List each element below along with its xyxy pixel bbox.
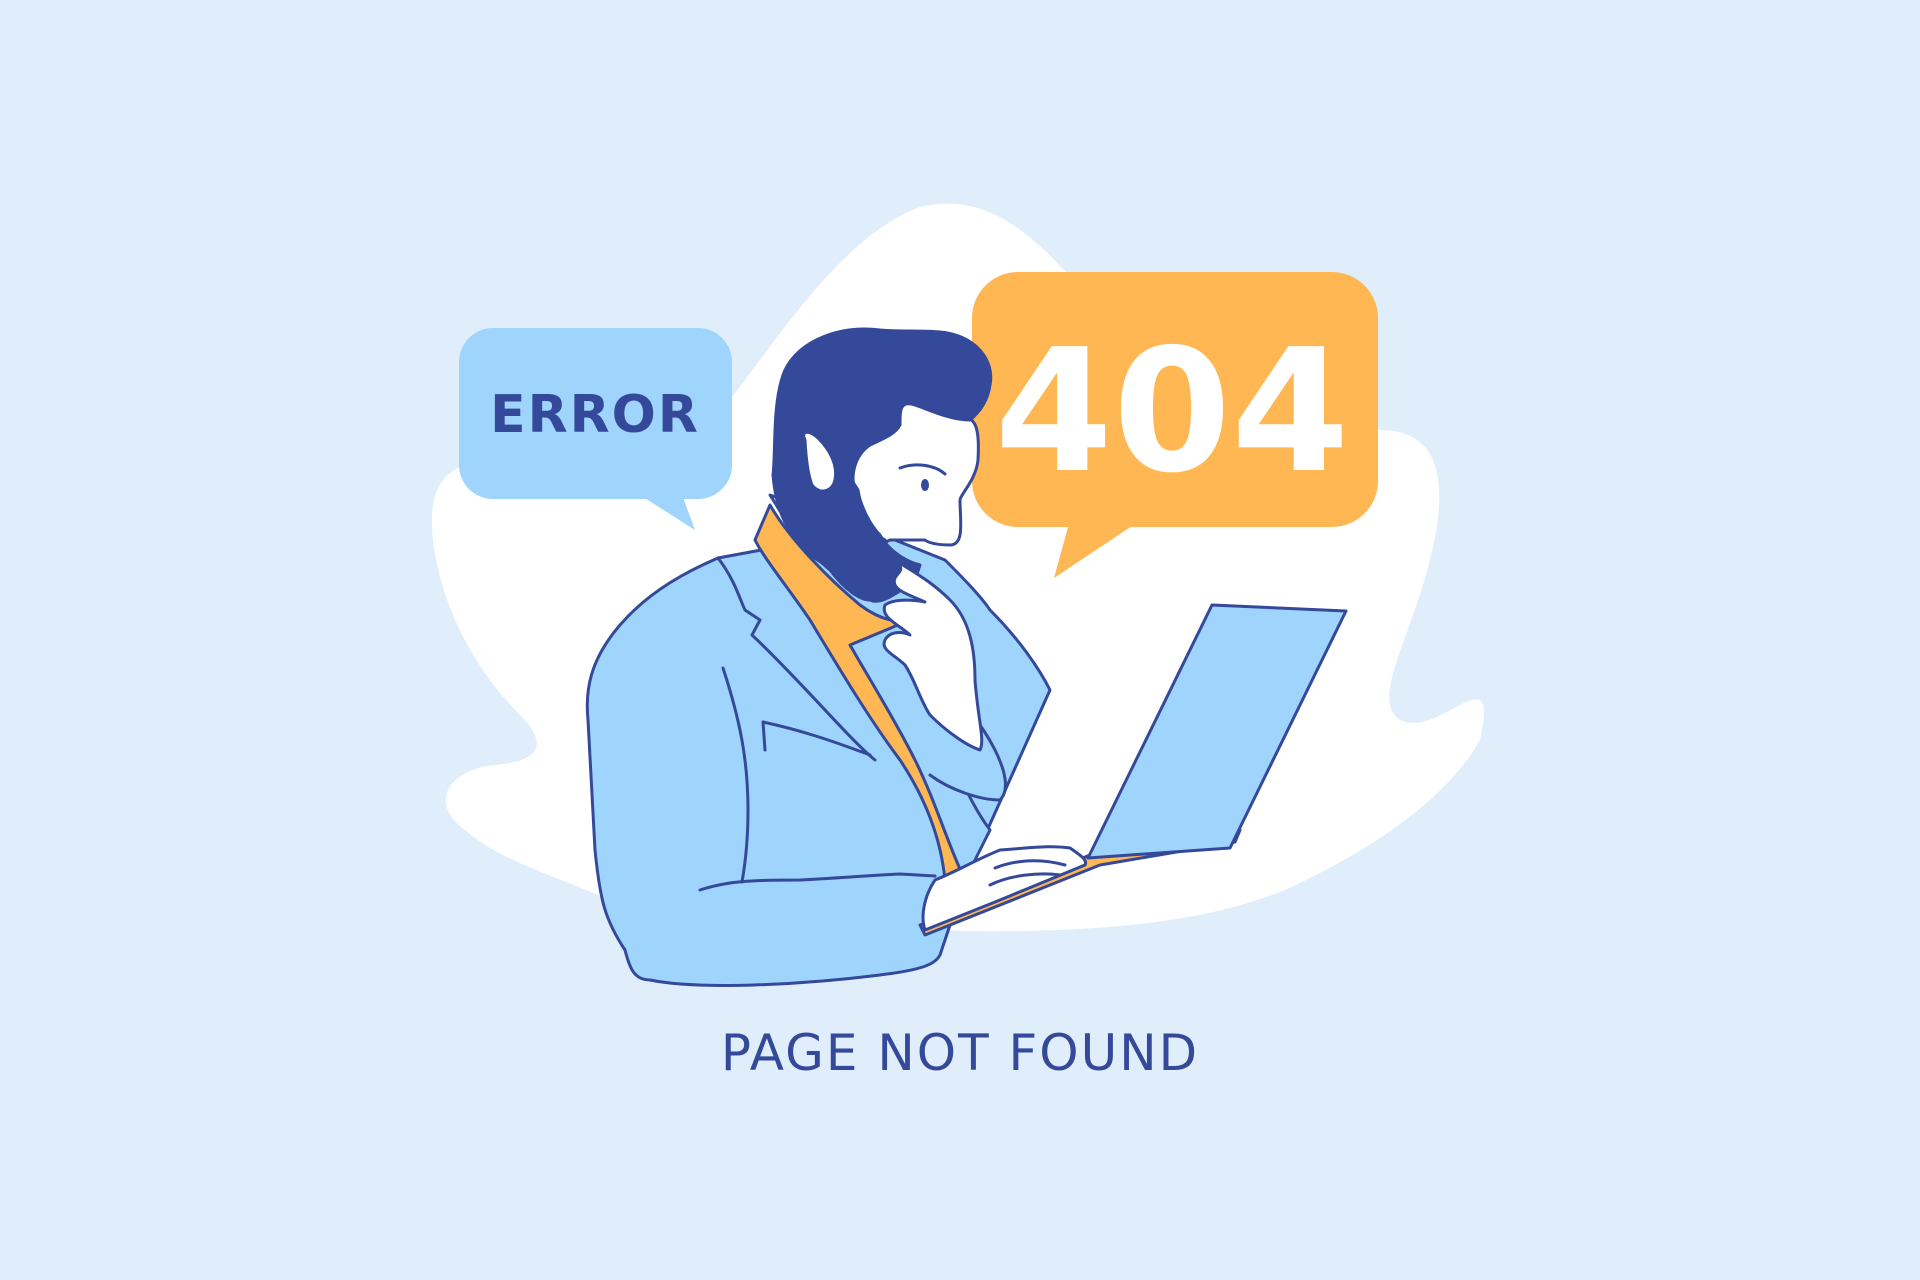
page-not-found-caption: PAGE NOT FOUND: [720, 1024, 1200, 1082]
error-bubble-label: ERROR: [490, 385, 700, 445]
eye: [921, 479, 929, 491]
error-404-illustration: ERROR 404: [431, 203, 1484, 987]
code-bubble-label: 404: [995, 313, 1350, 511]
